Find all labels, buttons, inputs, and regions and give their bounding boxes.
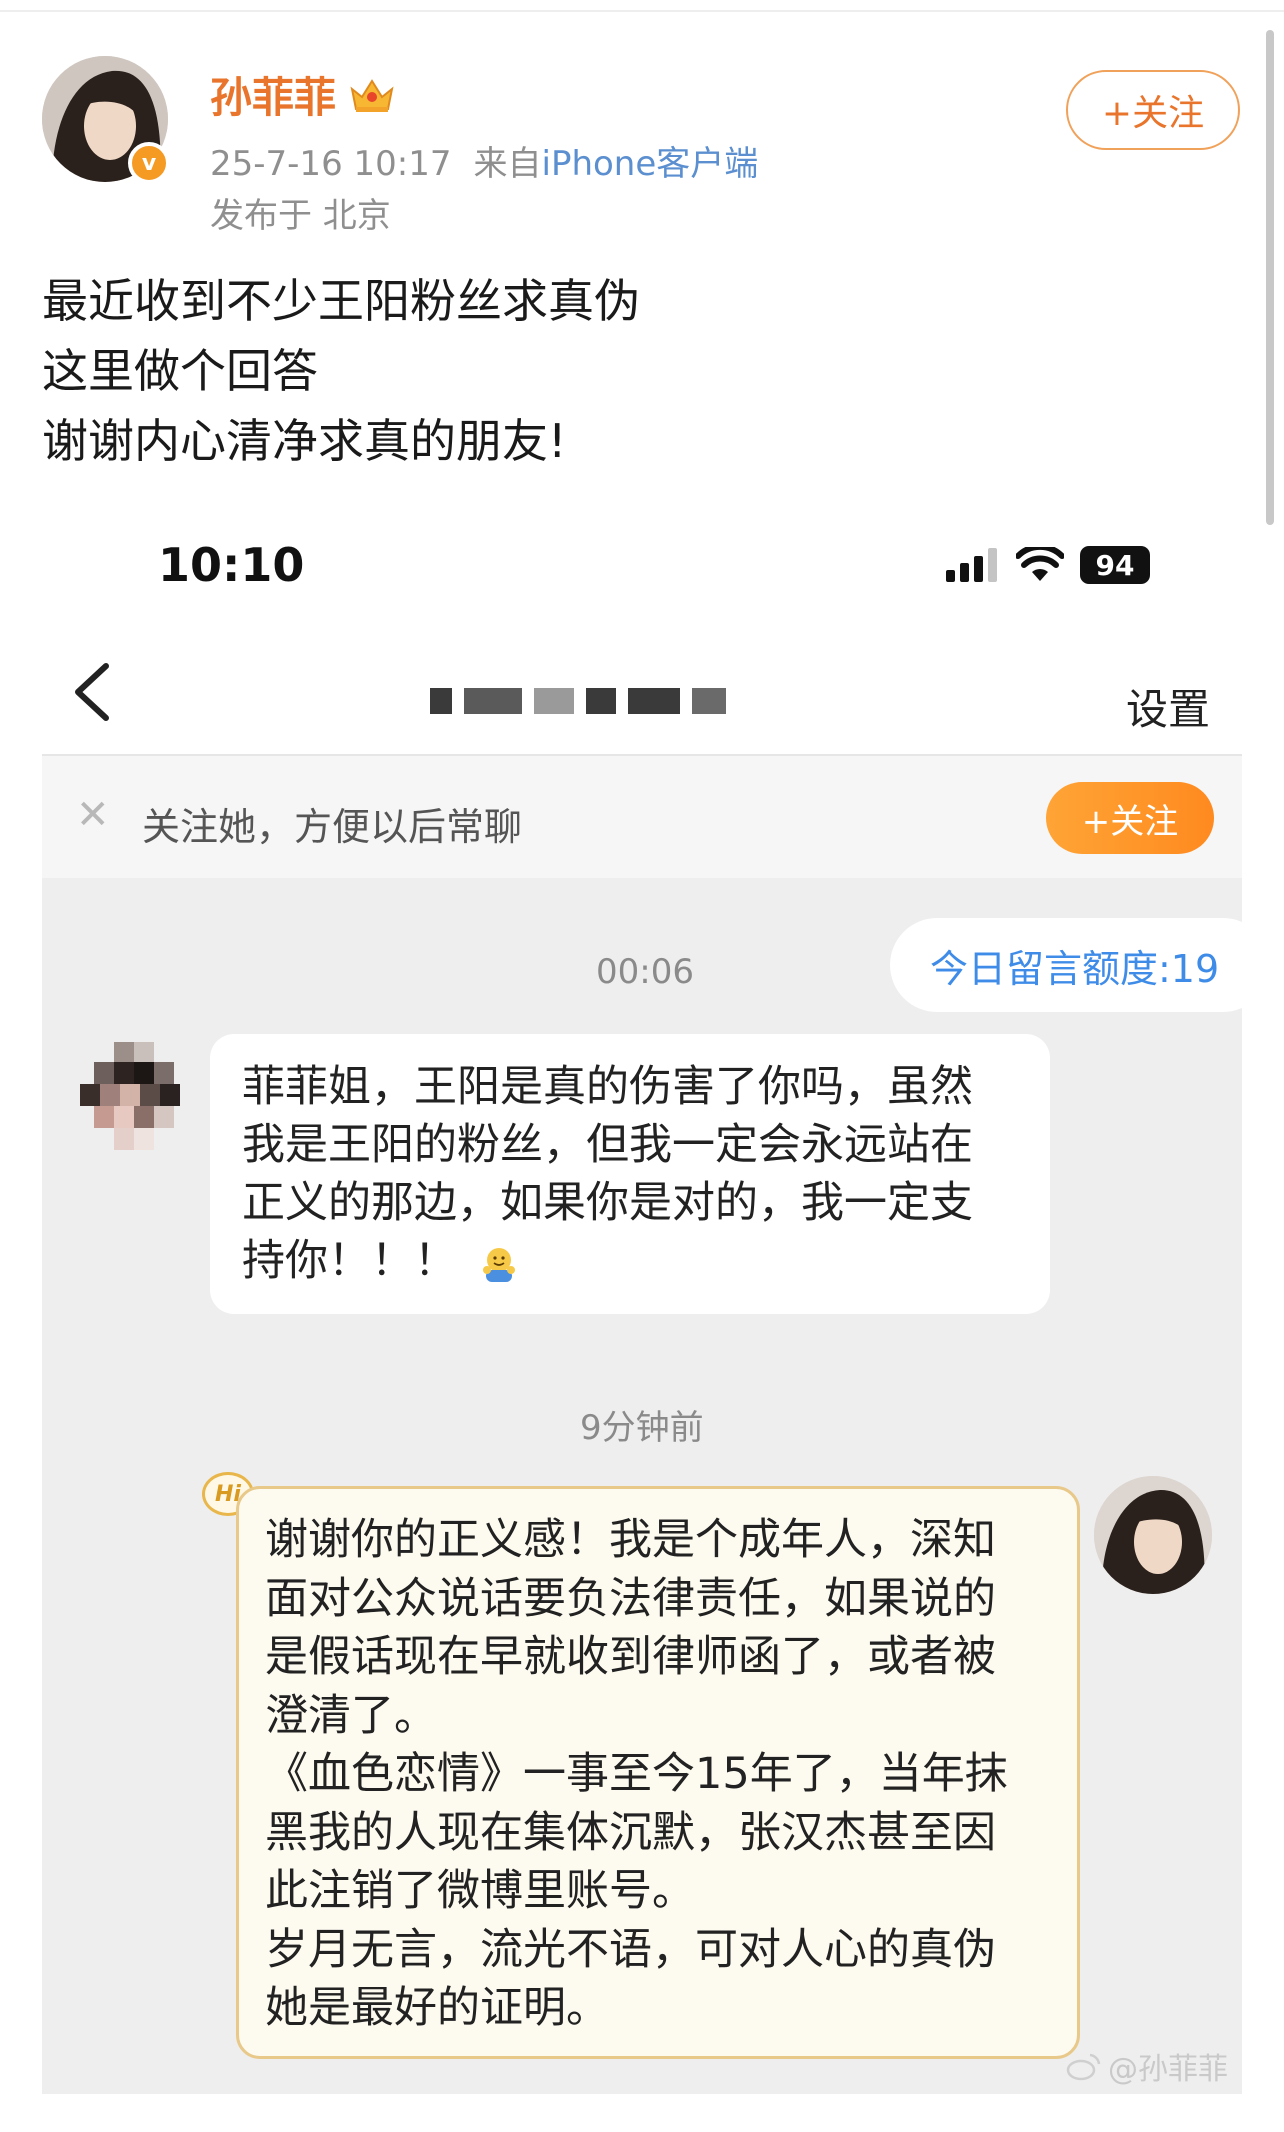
battery-icon: 94 [1080,546,1150,584]
phone-status-icons: 94 [946,546,1150,584]
message-quota-badge: 今日留言额度:19 [890,918,1242,1012]
post-location: 发布于 北京 [210,196,391,236]
my-avatar[interactable] [1094,1476,1212,1594]
phone-status-time: 10:10 [158,538,305,592]
follow-button[interactable]: +关注 [1066,70,1240,150]
chat-conversation[interactable]: 今日留言额度:19 00:06 菲菲姐，王阳是真的伤害了你吗，虽然我是王阳的粉丝… [42,878,1242,2094]
crown-icon [350,78,394,112]
redacted-block [586,688,616,714]
redacted-block [628,688,680,714]
back-arrow-icon[interactable] [70,662,114,722]
chat-timestamp: 9分钟前 [580,1408,704,1448]
signal-icon [946,548,997,582]
top-divider [0,10,1284,12]
incoming-message-text: 菲菲姐，王阳是真的伤害了你吗，虽然我是王阳的粉丝，但我一定会永远站在正义的那边，… [242,1062,973,1286]
redacted-block [464,688,522,714]
close-icon[interactable]: ✕ [76,792,110,838]
redacted-block [430,688,452,714]
sender-avatar-pixelated[interactable] [80,1042,180,1150]
verified-badge-icon: v [128,142,170,184]
scrollbar[interactable] [1266,30,1274,525]
author-name-text[interactable]: 孙菲菲 [210,64,336,125]
reply-paragraph: 谢谢你的正义感！我是个成年人，深知面对公众说话要负法律责任，如果说的是假话现在早… [265,1515,996,1741]
post-source-link[interactable]: iPhone客户端 [542,144,759,184]
post-line: 最近收到不少王阳粉丝求真伪 [42,274,640,328]
reply-paragraph: 《血色恋情》一事至今15年了，当年抹黑我的人现在集体沉默，张汉杰甚至因此注销了微… [265,1749,1008,1916]
chat-timestamp: 00:06 [596,952,694,992]
follow-suggestion-bar: ✕ 关注她，方便以后常聊 +关注 [42,756,1242,878]
weibo-logo-icon [1066,2053,1101,2081]
reply-paragraph: 岁月无言，流光不语，可对人心的真伪她是最好的证明。 [265,1924,996,2034]
watermark-text: @孙菲菲 [1108,2052,1228,2087]
redacted-block [534,688,574,714]
chat-title-obscured [430,688,726,714]
follow-prompt-text: 关注她，方便以后常聊 [142,805,523,849]
author-name[interactable]: 孙菲菲 [210,64,396,125]
post-line: 谢谢内心清净求真的朋友! [42,414,567,468]
post-line: 这里做个回答 [42,344,318,398]
outgoing-message-bubble[interactable]: 谢谢你的正义感！我是个成年人，深知面对公众说话要负法律责任，如果说的是假话现在早… [236,1486,1080,2059]
post-meta: 25-7-16 10:17 来自iPhone客户端 [210,136,758,185]
wifi-icon [1016,547,1064,581]
hug-emoji-icon [483,1247,515,1282]
chat-follow-button[interactable]: +关注 [1046,782,1214,854]
weibo-watermark: @孙菲菲 [1066,2044,1228,2088]
redacted-block [692,688,726,714]
chat-settings-button[interactable]: 设置 [1126,676,1210,737]
incoming-message-bubble[interactable]: 菲菲姐，王阳是真的伤害了你吗，虽然我是王阳的粉丝，但我一定会永远站在正义的那边，… [210,1034,1050,1314]
post-body: 最近收到不少王阳粉丝求真伪 这里做个回答 谢谢内心清净求真的朋友! [42,266,640,476]
post-timestamp: 25-7-16 10:17 [210,144,452,184]
source-prefix: 来自 [473,144,542,184]
